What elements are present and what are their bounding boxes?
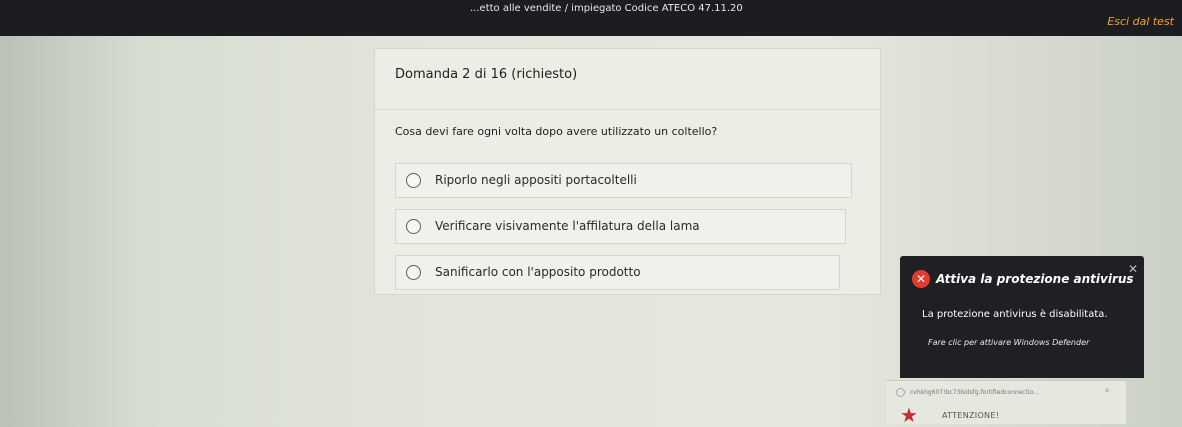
radio-button[interactable] bbox=[406, 219, 421, 234]
toast-title: Attiva la protezione antivirus bbox=[936, 272, 1134, 286]
toast-action-link[interactable]: Fare clic per attivare Windows Defender bbox=[928, 338, 1089, 347]
course-title: ...etto alle vendite / impiegato Codice … bbox=[470, 3, 743, 14]
answer-label: Sanificarlo con l'apposito prodotto bbox=[435, 265, 641, 279]
top-bar: ...etto alle vendite / impiegato Codice … bbox=[0, 0, 1182, 36]
antivirus-toast[interactable]: ✕ ✕ Attiva la protezione antivirus La pr… bbox=[900, 256, 1144, 378]
toast-body: La protezione antivirus è disabilitata. bbox=[922, 309, 1108, 320]
notification-warning: ATTENZIONE! bbox=[942, 411, 1000, 420]
exit-test-button[interactable]: Esci dal test bbox=[1107, 15, 1174, 28]
site-icon bbox=[896, 388, 905, 397]
close-icon[interactable]: ✕ bbox=[1104, 387, 1110, 395]
answer-option-3[interactable]: Sanificarlo con l'apposito prodotto bbox=[395, 255, 840, 290]
answer-label: Riporlo negli appositi portacoltelli bbox=[435, 173, 637, 187]
browser-notification[interactable]: cvhkhg607!bc73bidsfg.fortifiedconnectio.… bbox=[886, 380, 1126, 427]
answer-option-1[interactable]: Riporlo negli appositi portacoltelli bbox=[395, 163, 852, 198]
radio-button[interactable] bbox=[406, 173, 421, 188]
question-number: Domanda 2 di 16 (richiesto) bbox=[395, 67, 578, 82]
question-text: Cosa devi fare ogni volta dopo avere uti… bbox=[395, 125, 718, 138]
error-x-icon: ✕ bbox=[912, 270, 930, 288]
notification-url: cvhkhg607!bc73bidsfg.fortifiedconnectio.… bbox=[910, 389, 1039, 396]
answer-label: Verificare visivamente l'affilatura dell… bbox=[435, 219, 700, 233]
question-panel: Domanda 2 di 16 (richiesto) Cosa devi fa… bbox=[374, 48, 881, 295]
question-header: Domanda 2 di 16 (richiesto) bbox=[375, 49, 880, 110]
answer-option-2[interactable]: Verificare visivamente l'affilatura dell… bbox=[395, 209, 846, 244]
star-icon: ★ bbox=[900, 403, 918, 427]
radio-button[interactable] bbox=[406, 265, 421, 280]
